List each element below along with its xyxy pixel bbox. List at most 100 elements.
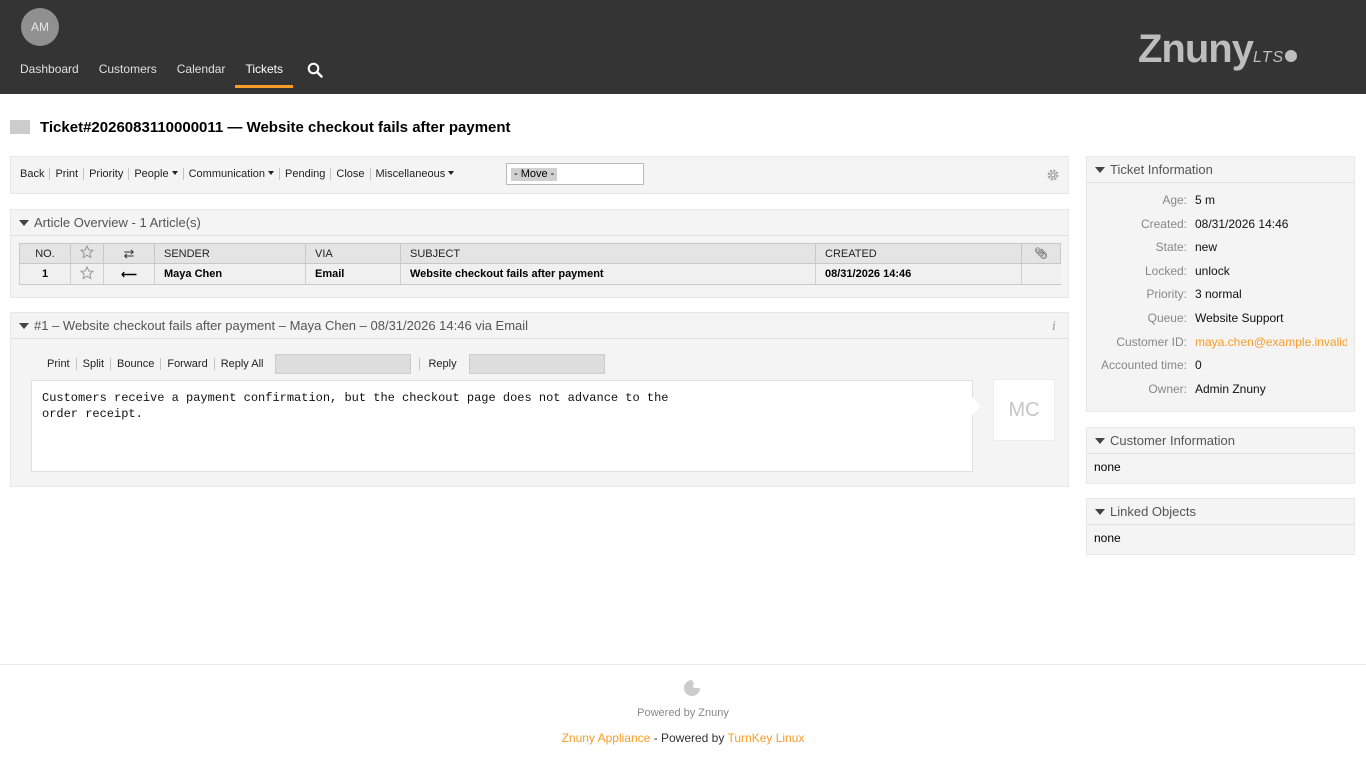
info-value: new [1195,240,1218,255]
collapse-icon[interactable] [1095,166,1105,173]
article-reply-all-button[interactable]: Reply All [221,358,270,370]
reply-all-template-select[interactable] [275,354,412,374]
article-reply-button[interactable]: Reply [419,358,462,370]
collapse-icon[interactable] [19,322,29,329]
linked-objects-title: Linked Objects [1110,504,1196,519]
info-row-owner: Owner: Admin Znuny [1087,382,1347,406]
info-value: Website Support [1195,310,1284,325]
row-star[interactable] [70,263,104,285]
collapse-icon[interactable] [19,219,29,226]
info-label: Customer ID: [1116,334,1187,349]
col-no[interactable]: NO. [19,243,71,264]
info-label: Queue: [1147,310,1187,325]
info-label: Created: [1140,216,1187,231]
nav-label-customers[interactable]: Customers [99,62,157,76]
reply-template-select[interactable] [468,354,605,374]
star-icon [79,244,95,259]
powered-by-znuny: Powered by Znuny [637,707,729,719]
footer-credits: Znuny Appliance - Powered by TurnKey Lin… [0,731,1366,745]
ticket-info-table: Age: 5 m Created: 08/31/2026 14:46 State: n… [1087,193,1347,405]
action-priority[interactable]: Priority [89,168,130,180]
article-split-button[interactable]: Split [83,358,112,370]
article-body: Customers receive a payment confirmation… [31,380,981,472]
article-table: NO. ⇄ SENDER VIA SUBJECT CREATED 📎︎ 1 ⟵ … [19,243,1061,285]
col-attachment[interactable]: 📎︎ [1021,243,1061,264]
action-miscellaneous[interactable]: Miscellaneous [376,168,460,180]
action-miscellaneous-label[interactable]: Miscellaneous [376,168,446,180]
article-title: #1 – Website checkout fails after paymen… [34,318,529,333]
article-actions: Print Split Bounce Forward Reply All Rep… [47,354,613,374]
paperclip-icon: 📎︎ [1034,248,1048,260]
customer-information-title: Customer Information [1110,433,1235,448]
gear-icon[interactable] [1046,168,1060,182]
linked-objects-value: none [1094,531,1121,545]
user-avatar[interactable]: AM [21,8,59,46]
nav-label-dashboard[interactable]: Dashboard [20,62,79,76]
col-direction[interactable]: ⇄ [103,243,155,264]
col-created[interactable]: CREATED [815,243,1022,264]
info-label: State: [1155,240,1187,255]
article-overview-title: Article Overview - 1 Article(s) [34,215,201,230]
action-people-label[interactable]: People [134,168,168,180]
info-label: Owner: [1148,381,1187,396]
action-people[interactable]: People [134,168,184,180]
nav-item-customers[interactable]: Customers [99,62,157,94]
nav-item-tickets[interactable]: Tickets [235,62,293,94]
row-via: Email [305,263,401,285]
move-queue-select[interactable]: - Move - [506,163,644,185]
collapse-icon[interactable] [1095,508,1105,515]
info-value: unlock [1195,263,1230,278]
info-row-customer-id: Customer ID: maya.chen@example.invalid [1087,335,1347,359]
article-print-button[interactable]: Print [47,358,77,370]
search-icon[interactable] [307,62,323,78]
info-label: Accounted time: [1100,358,1187,373]
col-sender[interactable]: SENDER [154,243,306,264]
info-row-locked: Locked: unlock [1087,264,1347,288]
nav-label-calendar[interactable]: Calendar [177,62,226,76]
info-row-created: Created: 08/31/2026 14:46 [1087,217,1347,241]
info-value: 5 m [1195,193,1216,207]
article-header[interactable]: #1 – Website checkout fails after paymen… [11,313,1068,339]
nav-item-calendar[interactable]: Calendar [177,62,226,94]
customer-id-link[interactable]: maya.chen@example.invalid [1195,335,1347,359]
logo-text: Znuny [1138,27,1254,71]
action-communication-label[interactable]: Communication [189,168,265,180]
info-label: Priority: [1146,287,1187,302]
info-icon[interactable]: i [1052,319,1056,333]
nav-item-dashboard[interactable]: Dashboard [20,62,79,94]
customer-information-header[interactable]: Customer Information [1087,428,1354,454]
row-direction: ⟵ [103,263,155,285]
info-row-queue: Queue: Website Support [1087,311,1347,335]
action-print[interactable]: Print [55,168,85,180]
action-back[interactable]: Back [20,168,51,180]
znuny-footer-logo-icon [684,680,700,696]
znuny-appliance-link[interactable]: Znuny Appliance [562,731,651,745]
info-value: 0 [1195,358,1202,373]
ticket-action-bar: Back Print Priority People Communication… [10,156,1069,194]
article-overview-widget: Article Overview - 1 Article(s) NO. ⇄ SE… [10,209,1069,298]
turnkey-linux-link[interactable]: TurnKey Linux [727,731,804,745]
main-nav: Dashboard Customers Calendar Tickets [20,62,303,94]
nav-label-tickets[interactable]: Tickets [245,62,283,76]
action-pending[interactable]: Pending [285,168,332,180]
action-close[interactable]: Close [336,168,371,180]
row-no: 1 [19,263,71,285]
ticket-information-header[interactable]: Ticket Information [1087,157,1354,183]
collapse-icon[interactable] [1095,437,1105,444]
info-row-accounted-time: Accounted time: 0 [1087,358,1347,382]
star-icon[interactable] [79,265,95,280]
col-subject[interactable]: SUBJECT [400,243,816,264]
col-via[interactable]: VIA [305,243,401,264]
swap-arrows-icon: ⇄ [123,245,135,261]
arrow-left-icon: ⟵ [121,268,137,281]
linked-objects-header[interactable]: Linked Objects [1087,499,1354,525]
article-forward-button[interactable]: Forward [167,358,215,370]
article-overview-header[interactable]: Article Overview - 1 Article(s) [11,210,1068,236]
action-communication[interactable]: Communication [189,168,281,180]
linked-objects-widget: Linked Objects none [1086,498,1355,555]
table-row[interactable]: 1 ⟵ Maya Chen Email Website checkout fai… [19,263,1061,285]
info-row-age: Age: 5 m [1087,193,1347,217]
article-bounce-button[interactable]: Bounce [117,358,162,370]
col-star[interactable] [70,243,104,264]
info-value: 08/31/2026 14:46 [1195,216,1289,231]
